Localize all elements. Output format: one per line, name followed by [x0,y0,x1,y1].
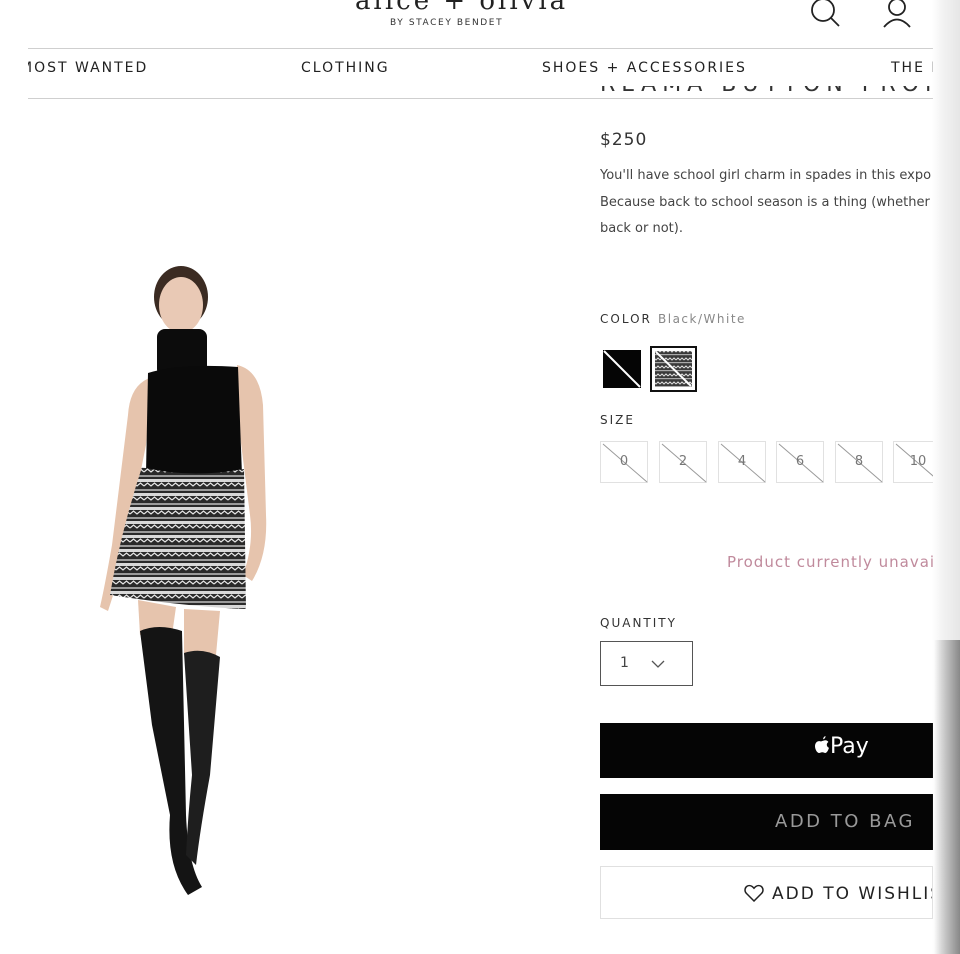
size-option[interactable]: 6 [776,441,824,483]
product-image[interactable] [60,255,300,905]
main-nav: MOST WANTED CLOTHING SHOES + ACCESSORIES… [28,55,933,85]
quantity-label: QUANTITY [600,616,677,630]
color-swatch-black-white[interactable] [650,346,697,392]
add-to-bag-label: ADD TO BAG [775,811,915,832]
product-description: You'll have school girl charm in spades … [600,163,933,243]
nav-item-shoes-accessories[interactable]: SHOES + ACCESSORIES [542,60,747,76]
apple-pay-label: Pay [814,734,869,759]
brand-logo[interactable]: alice + olivia [355,0,565,16]
description-line: back or not). [600,221,683,236]
size-option[interactable]: 2 [659,441,707,483]
color-swatch-black[interactable] [603,350,641,388]
frame-edge-shadow [934,640,960,954]
quantity-select[interactable]: 1 [600,641,693,686]
add-to-wishlist-button[interactable]: ADD TO WISHLIST [600,866,933,919]
search-icon[interactable] [808,0,842,30]
add-to-bag-button[interactable]: ADD TO BAG [600,794,933,850]
color-label: COLOR [600,312,652,326]
apple-pay-button[interactable]: Pay [600,723,933,778]
brand-subtitle: BY STACEY BENDET [390,18,504,28]
color-value: Black/White [658,312,746,326]
size-label: SIZE [600,413,635,427]
size-option[interactable]: 4 [718,441,766,483]
availability-message: Product currently unavaila [727,553,933,571]
description-line: You'll have school girl charm in spades … [600,168,932,183]
nav-item-the-edit[interactable]: THE E [891,60,933,76]
product-price: $250 [600,130,648,150]
nav-top-divider [28,48,933,49]
add-to-wishlist-label: ADD TO WISHLIST [772,884,932,904]
chevron-down-icon [651,660,665,668]
size-option[interactable]: 10 [893,441,933,483]
quantity-value: 1 [620,655,629,671]
heart-icon [744,884,764,902]
account-icon[interactable] [880,0,914,30]
nav-item-clothing[interactable]: CLOTHING [301,60,390,76]
product-title: REAMA BUTTON FRONT S [600,86,933,106]
nav-item-most-wanted[interactable]: MOST WANTED [28,60,148,76]
size-option[interactable]: 8 [835,441,883,483]
description-line: Because back to school season is a thing… [600,194,930,210]
size-option[interactable]: 0 [600,441,648,483]
apple-logo-icon [815,736,829,753]
